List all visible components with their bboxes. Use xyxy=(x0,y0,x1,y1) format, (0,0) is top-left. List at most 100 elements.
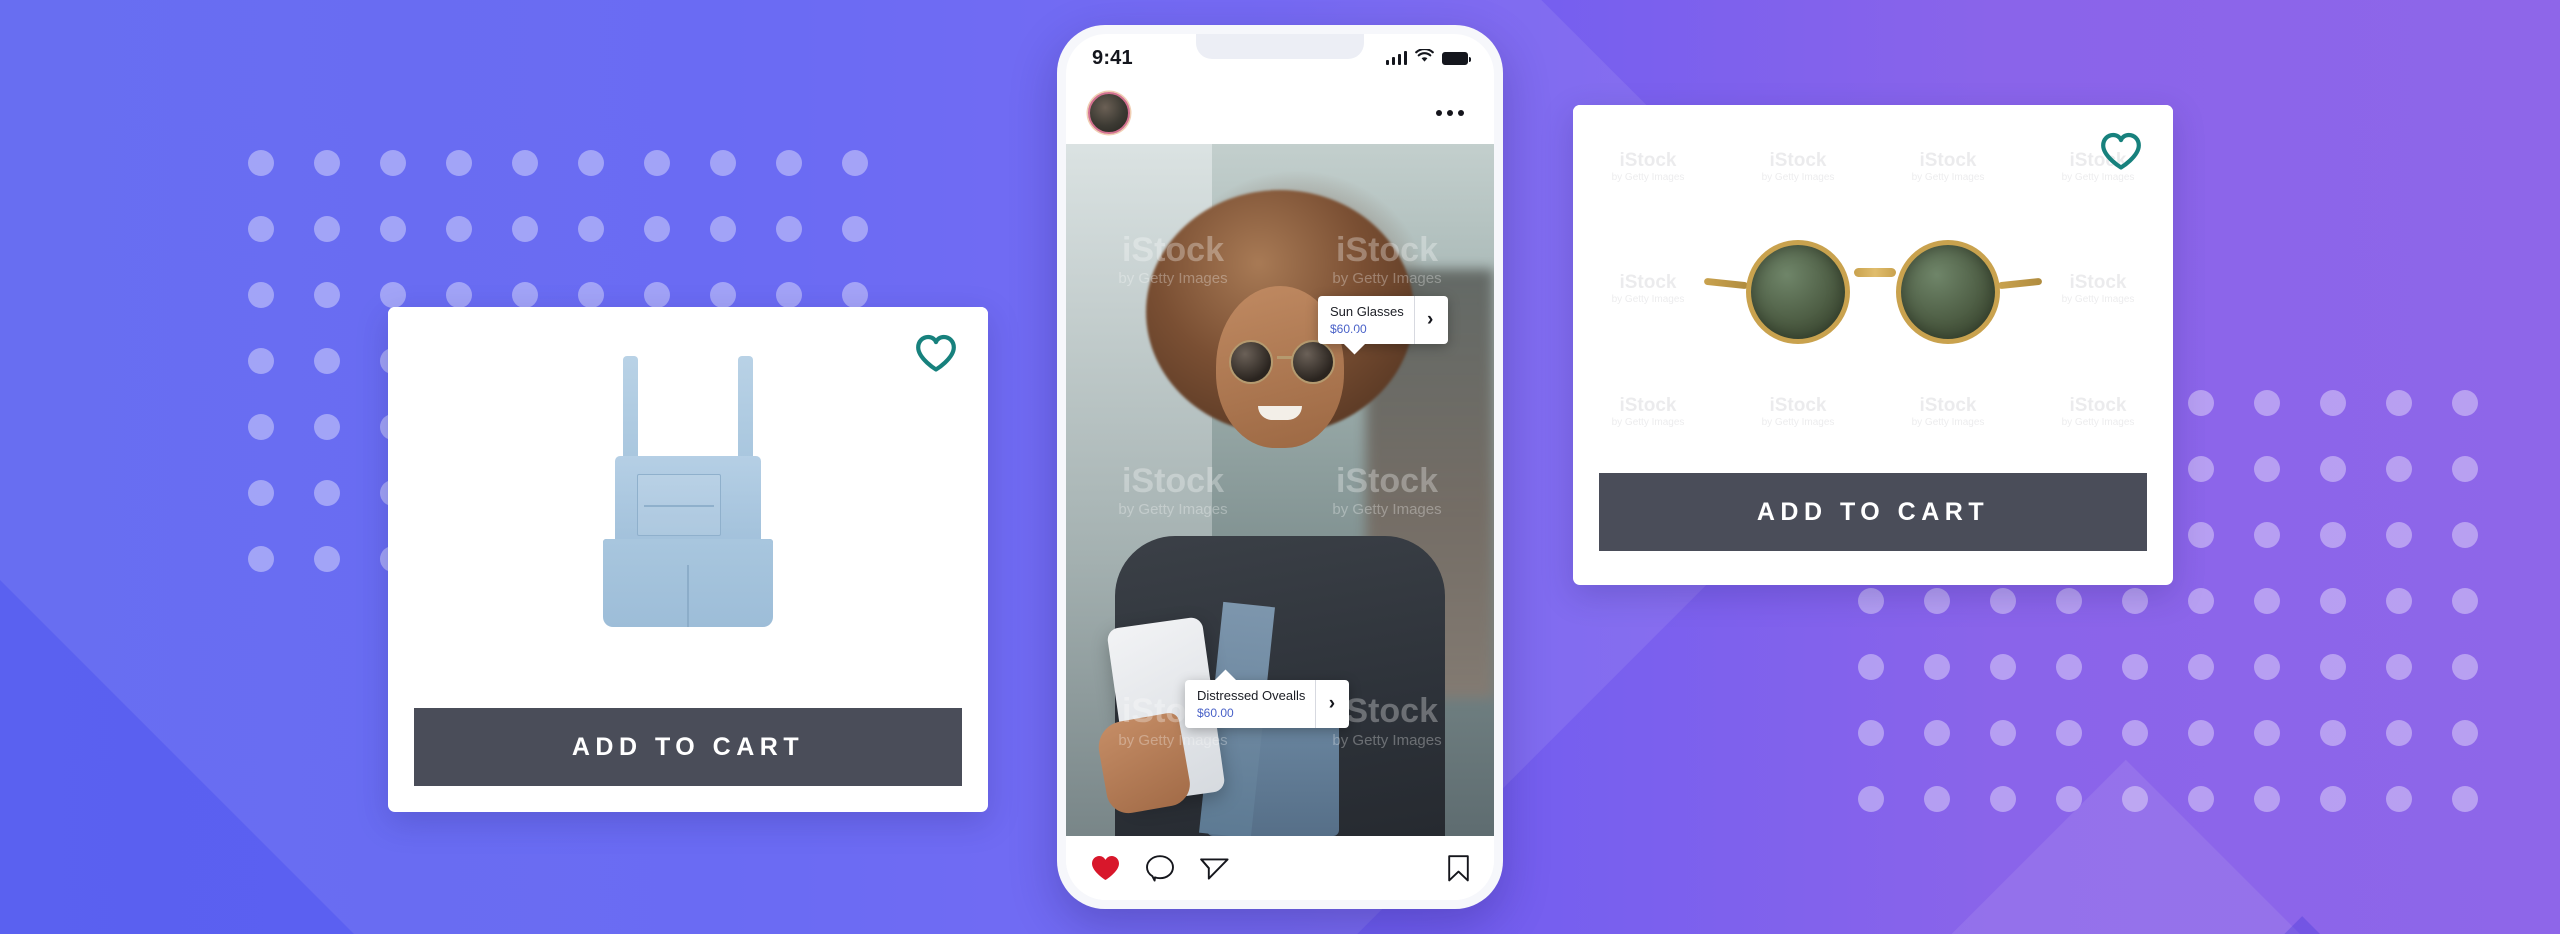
post-action-bar xyxy=(1066,836,1494,900)
background-dot xyxy=(2188,786,2214,812)
watermark-sub: by Getty Images xyxy=(1611,294,1685,306)
background-dot xyxy=(2386,456,2412,482)
heart-filled-icon[interactable] xyxy=(1090,854,1121,882)
background-dot xyxy=(2452,720,2478,746)
background-dot xyxy=(2188,654,2214,680)
background-dot xyxy=(710,282,736,308)
watermark-tile: iStock by Getty Images xyxy=(1912,150,1985,183)
background-dot xyxy=(2386,588,2412,614)
background-dot xyxy=(2452,522,2478,548)
background-dot xyxy=(380,216,406,242)
bookmark-icon[interactable] xyxy=(1447,854,1470,883)
watermark-sub: by Getty Images xyxy=(1761,171,1835,183)
background-dot xyxy=(2188,588,2214,614)
background-dot xyxy=(2122,786,2148,812)
background-dot xyxy=(644,282,670,308)
background-dot xyxy=(248,150,274,176)
background-dot xyxy=(1924,654,1950,680)
product-tag-price: $60.00 xyxy=(1197,706,1234,721)
background-dot xyxy=(446,150,472,176)
background-dot xyxy=(2254,522,2280,548)
background-dot xyxy=(644,216,670,242)
avatar[interactable] xyxy=(1088,92,1130,134)
comment-bubble-icon[interactable] xyxy=(1145,854,1175,883)
background-dot xyxy=(314,150,340,176)
background-dot xyxy=(1858,720,1884,746)
background-dot xyxy=(314,216,340,242)
background-dot xyxy=(2254,456,2280,482)
background-dot xyxy=(380,150,406,176)
favorite-heart-icon[interactable] xyxy=(914,333,958,373)
watermark-sub: by Getty Images xyxy=(2061,294,2135,306)
background-dot xyxy=(248,480,274,506)
background-dot xyxy=(1924,588,1950,614)
background-dot xyxy=(2254,654,2280,680)
watermark-tile: iStock by Getty Images xyxy=(2062,272,2135,305)
chevron-right-icon[interactable]: › xyxy=(1413,296,1448,345)
background-dot xyxy=(2452,786,2478,812)
send-paper-plane-icon[interactable] xyxy=(1199,854,1230,883)
background-dot xyxy=(2452,654,2478,680)
background-dot xyxy=(842,216,868,242)
post-photo[interactable]: iStock by Getty Images iStock by Getty I… xyxy=(1066,144,1494,836)
background-dot xyxy=(2320,720,2346,746)
chevron-right-icon[interactable]: › xyxy=(1315,680,1349,729)
background-dot xyxy=(2386,522,2412,548)
background-dot xyxy=(2254,720,2280,746)
product-tag-title: Distressed Ovealls xyxy=(1197,688,1306,703)
background-dot xyxy=(2122,720,2148,746)
watermark-tile: iStock by Getty Images xyxy=(1762,150,1835,183)
product-tag-overalls[interactable]: Distressed Ovealls $60.00 › xyxy=(1185,669,1350,729)
background-dot xyxy=(2320,522,2346,548)
product-card-overalls[interactable]: ADD TO CART xyxy=(388,307,988,812)
product-tag-sunglasses[interactable]: Sun Glasses $60.00 › xyxy=(1318,296,1448,355)
background-dot xyxy=(2386,390,2412,416)
product-card-sunglasses[interactable]: iStock by Getty Images iStock by Getty I… xyxy=(1573,105,2173,585)
background-dot xyxy=(2056,720,2082,746)
watermark-tile: iStock by Getty Images xyxy=(1612,150,1685,183)
background-dot xyxy=(2452,390,2478,416)
watermark-tile: iStock by Getty Images xyxy=(1912,395,1985,428)
background-dot xyxy=(2056,588,2082,614)
background-dot xyxy=(1990,654,2016,680)
phone-mockup: 9:41 iStock by Getty Images iStock by Ge… xyxy=(1057,25,1503,909)
background-dot xyxy=(710,216,736,242)
watermark-main: iStock xyxy=(1619,272,1677,294)
background-dot xyxy=(2188,720,2214,746)
background-dot xyxy=(380,282,406,308)
background-dot xyxy=(2056,654,2082,680)
background-dot xyxy=(248,348,274,374)
background-dot xyxy=(2188,390,2214,416)
background-dot xyxy=(776,150,802,176)
favorite-heart-icon[interactable] xyxy=(2099,131,2143,171)
background-dot xyxy=(2452,588,2478,614)
phone-screen: 9:41 iStock by Getty Images iStock by Ge… xyxy=(1066,34,1494,900)
background-dot xyxy=(314,282,340,308)
background-dot xyxy=(1990,588,2016,614)
background-dot xyxy=(842,282,868,308)
watermark-sub: by Getty Images xyxy=(2061,416,2135,428)
background-dot xyxy=(446,216,472,242)
background-dot xyxy=(578,282,604,308)
status-bar: 9:41 xyxy=(1066,34,1494,82)
background-dot xyxy=(2452,456,2478,482)
background-dot xyxy=(2386,654,2412,680)
background-dot xyxy=(776,282,802,308)
add-to-cart-button-sunglasses[interactable]: ADD TO CART xyxy=(1599,473,2147,551)
background-dot xyxy=(710,150,736,176)
add-to-cart-button-overalls[interactable]: ADD TO CART xyxy=(414,708,962,786)
background-dot xyxy=(2122,588,2148,614)
more-options-icon[interactable] xyxy=(1428,102,1472,124)
watermark-sub: by Getty Images xyxy=(1611,416,1685,428)
diagonal-shadow-bottom-right xyxy=(1241,916,2560,934)
watermark-main: iStock xyxy=(1619,149,1677,171)
background-dot xyxy=(512,216,538,242)
watermark-main: iStock xyxy=(2069,394,2127,416)
background-dot xyxy=(446,282,472,308)
overalls-illustration xyxy=(593,356,783,628)
background-dot xyxy=(314,546,340,572)
watermark-tile: iStock by Getty Images xyxy=(1612,272,1685,305)
watermark-main: iStock xyxy=(1769,149,1827,171)
watermark-tile: iStock by Getty Images xyxy=(1762,395,1835,428)
background-dot xyxy=(248,546,274,572)
